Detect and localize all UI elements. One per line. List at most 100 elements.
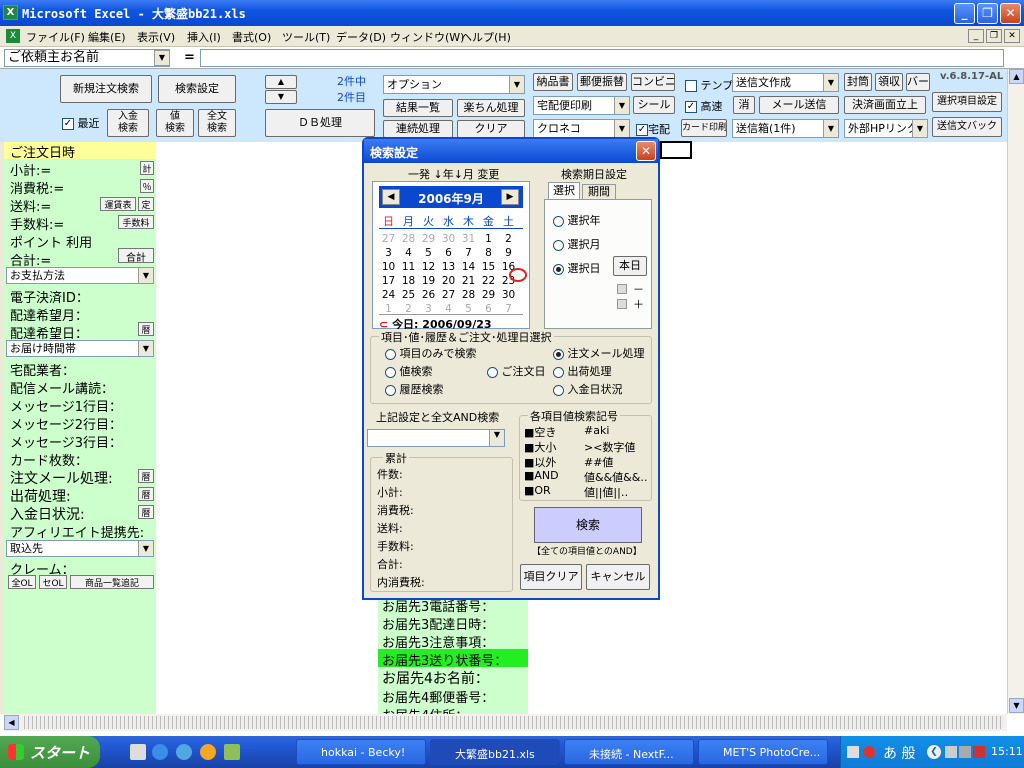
menu-file[interactable]: ファイル(F): [26, 29, 85, 45]
and-search-combo[interactable]: ▼: [367, 429, 505, 447]
template-checkbox[interactable]: テンプ: [685, 77, 733, 93]
calendar-day[interactable]: 9: [499, 247, 518, 259]
opt-history[interactable]: 履歴検索: [385, 381, 444, 397]
payment-screen-button[interactable]: 決済画面立上: [844, 96, 926, 114]
calendar-day[interactable]: 25: [399, 289, 418, 301]
calendar-day[interactable]: 3: [379, 247, 398, 259]
recent-checkbox[interactable]: ✓ 最近: [62, 115, 100, 131]
vertical-scrollbar[interactable]: ▲ ▼: [1007, 69, 1024, 714]
start-button[interactable]: スタート: [0, 736, 100, 768]
calendar-day[interactable]: 27: [439, 289, 458, 301]
shipping-calendar-button[interactable]: 暦: [138, 487, 154, 501]
opt-value[interactable]: 値検索: [385, 363, 433, 379]
menu-help[interactable]: ヘルプ(H): [461, 29, 511, 45]
send-text-backup-button[interactable]: 送信文バック: [932, 117, 1002, 137]
radio-day[interactable]: 選択日: [553, 260, 601, 276]
db-process-button[interactable]: ＤＢ処理: [265, 109, 375, 137]
outbox-combo[interactable]: 送信箱(1件) ▼: [732, 119, 839, 138]
input-search-button[interactable]: 入金 検索: [107, 109, 149, 137]
horizontal-scrollbar[interactable]: ◀: [4, 714, 1007, 731]
menu-insert[interactable]: 挿入(I): [187, 29, 221, 45]
new-order-search-button[interactable]: 新規注文検索: [60, 75, 152, 103]
formula-input[interactable]: [200, 49, 1004, 67]
close-button[interactable]: ✕: [1000, 3, 1021, 24]
tab-select[interactable]: 選択: [548, 182, 580, 200]
calendar-day[interactable]: 8: [479, 247, 498, 259]
minus-spinner[interactable]: [617, 284, 627, 294]
radio-year[interactable]: 選択年: [553, 212, 601, 228]
calendar-day[interactable]: 28: [399, 233, 418, 245]
calendar-day[interactable]: 19: [419, 275, 438, 287]
clear-button[interactable]: クリア: [457, 120, 525, 138]
task-excel[interactable]: 大繁盛bb21.xls: [430, 739, 560, 765]
result-list-button[interactable]: 結果一覧: [383, 99, 453, 117]
calendar-day[interactable]: 30: [499, 289, 518, 301]
task-photocre[interactable]: MET'S PhotoCre...: [698, 739, 828, 765]
order-mail-calendar-button[interactable]: 暦: [138, 469, 154, 483]
calendar-day[interactable]: 29: [479, 289, 498, 301]
highspeed-checkbox[interactable]: ✓ 高速: [685, 98, 723, 114]
scroll-left-icon[interactable]: ◀: [4, 715, 19, 730]
calendar-day[interactable]: 10: [379, 261, 398, 273]
calendar-day[interactable]: 30: [439, 233, 458, 245]
all-ol-button[interactable]: 全OL: [8, 575, 36, 589]
opt-order-mail[interactable]: 注文メール処理: [553, 345, 645, 361]
prev-record-button[interactable]: ▲: [265, 75, 297, 89]
se-ol-button[interactable]: セOL: [39, 575, 67, 589]
workbook-icon[interactable]: X: [6, 29, 20, 43]
volume-icon[interactable]: [959, 746, 971, 758]
seal-button[interactable]: シール: [633, 96, 675, 114]
menu-view[interactable]: 表示(V): [137, 29, 175, 45]
cancel-button[interactable]: キャンセル: [586, 564, 650, 590]
convenience-button[interactable]: コンビニ: [631, 73, 675, 91]
task-nextftp[interactable]: 未接続 - NextF...: [564, 739, 694, 765]
active-cell[interactable]: [660, 141, 692, 159]
fee-button[interactable]: 手数料: [118, 215, 154, 229]
option-combo[interactable]: オプション ▼: [383, 75, 525, 94]
radio-month[interactable]: 選択月: [553, 236, 601, 252]
ime-icon[interactable]: [863, 746, 875, 758]
calendar-day[interactable]: 28: [459, 289, 478, 301]
calendar-day[interactable]: 20: [439, 275, 458, 287]
calendar[interactable]: ◀ 2006年9月 ▶ 日月火水木金土 27 28 29 30 31 1 2 3 4 5 6 7 8 9 1…: [372, 181, 530, 331]
restore-button[interactable]: ❐: [977, 3, 998, 24]
calendar-day[interactable]: 22: [479, 275, 498, 287]
calendar-day[interactable]: 18: [399, 275, 418, 287]
keyboard-icon[interactable]: [847, 746, 859, 758]
doc-minimize-icon[interactable]: _: [968, 29, 984, 43]
tray-expand-icon[interactable]: ❮: [927, 745, 941, 759]
calendar-day[interactable]: 4: [399, 247, 418, 259]
menu-data[interactable]: データ(D): [336, 29, 386, 45]
payment-calendar-button[interactable]: 暦: [138, 505, 154, 519]
minimize-button[interactable]: _: [954, 3, 975, 24]
scroll-thumb[interactable]: [24, 716, 1004, 729]
total-button[interactable]: 合計: [118, 248, 154, 264]
name-box-dropdown-icon[interactable]: ▼: [154, 50, 170, 66]
calendar-day[interactable]: 13: [439, 261, 458, 273]
today-button[interactable]: 本日: [613, 256, 647, 276]
opt-shipping[interactable]: 出荷処理: [553, 363, 612, 379]
fulltext-search-button[interactable]: 全文 検索: [198, 109, 236, 137]
receipt-button[interactable]: 領収: [875, 73, 903, 91]
ime-mode[interactable]: あ 般: [883, 743, 915, 763]
calendar-day[interactable]: 31: [459, 233, 478, 245]
opt-order-date[interactable]: ご注文日: [487, 363, 546, 379]
opt-items-only[interactable]: 項目のみで検索: [385, 345, 477, 361]
prev-month-icon[interactable]: ◀: [382, 189, 400, 205]
calc-button[interactable]: 計: [140, 161, 154, 175]
continuous-process-button[interactable]: 連続処理: [383, 120, 453, 138]
value-search-button[interactable]: 値 検索: [156, 109, 194, 137]
tab-period[interactable]: 期間: [582, 184, 616, 200]
app-launch-icon[interactable]: [224, 744, 240, 760]
security-icon[interactable]: [973, 746, 985, 758]
mail-send-button[interactable]: メール送信: [759, 96, 839, 114]
calendar-day[interactable]: 11: [399, 261, 418, 273]
fare-table-button[interactable]: 運賃表: [100, 197, 136, 211]
calendar-day[interactable]: 24: [379, 289, 398, 301]
calendar-day[interactable]: 14: [459, 261, 478, 273]
delivery-calendar-button[interactable]: 暦: [138, 322, 154, 336]
postal-transfer-button[interactable]: 郵便振替: [577, 73, 627, 91]
quick-change-label[interactable]: 一発 ↓年↓月 変更: [408, 166, 499, 182]
browser-icon[interactable]: [176, 744, 192, 760]
ie-icon[interactable]: [152, 744, 168, 760]
